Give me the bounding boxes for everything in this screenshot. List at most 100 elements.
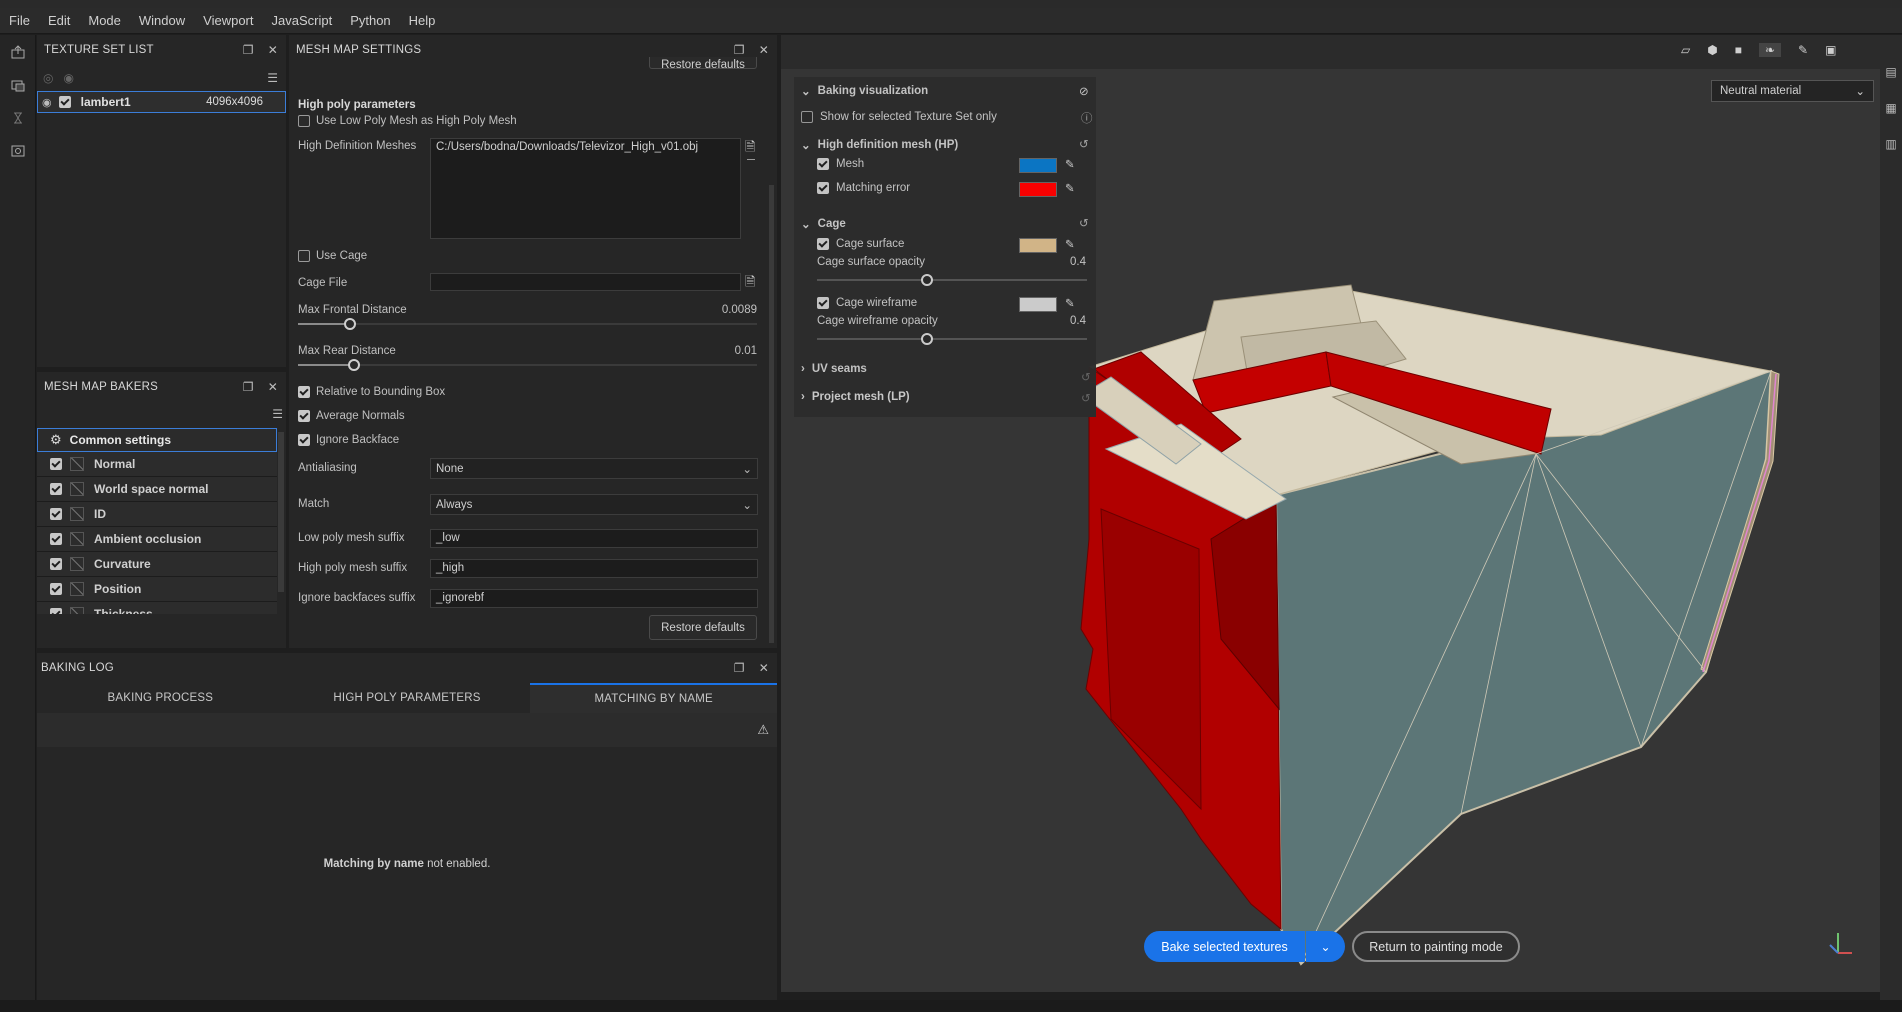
max-rear-slider[interactable] — [298, 359, 757, 371]
scrollbar[interactable] — [278, 432, 284, 592]
show-selected-option[interactable]: Show for selected Texture Set only — [801, 111, 997, 123]
menu-icon[interactable]: ☰ — [267, 71, 278, 85]
brush-icon[interactable]: ✎ — [1798, 43, 1808, 57]
baker-item[interactable]: World space normal — [37, 477, 277, 502]
menu-javascript[interactable]: JavaScript — [262, 13, 341, 28]
reset-icon[interactable]: ↺ — [1081, 370, 1091, 384]
tab-baking-process[interactable]: BAKING PROCESS — [37, 683, 284, 713]
close-icon[interactable]: ✕ — [759, 43, 769, 57]
use-low-poly-checkbox[interactable] — [298, 115, 310, 127]
file-browse-icon[interactable]: 🗎 — [745, 273, 755, 295]
visibility-icon[interactable]: ◉ — [42, 96, 52, 109]
baker-checkbox[interactable] — [50, 608, 62, 614]
baker-checkbox[interactable] — [50, 458, 62, 470]
ignore-backface-checkbox[interactable] — [298, 434, 310, 446]
restore-defaults-button[interactable]: Restore defaults — [649, 615, 757, 640]
camera-mode-icon[interactable]: ▱ — [1681, 43, 1690, 57]
baker-checkbox[interactable] — [50, 508, 62, 520]
relative-bbox-option[interactable]: Relative to Bounding Box — [298, 386, 445, 398]
float-icon[interactable]: ❐ — [243, 380, 254, 394]
texture-set-checkbox[interactable] — [58, 96, 71, 108]
cage-file-input[interactable] — [430, 273, 741, 291]
close-icon[interactable]: ✕ — [268, 380, 278, 394]
project-mesh-header[interactable]: › Project mesh (LP) — [801, 391, 910, 403]
mesh-option[interactable]: Mesh — [817, 158, 864, 170]
history-icon[interactable] — [0, 101, 36, 134]
export-icon[interactable] — [0, 35, 36, 68]
antialiasing-dropdown[interactable]: None ⌄ — [430, 458, 758, 479]
use-low-poly-option[interactable]: Use Low Poly Mesh as High Poly Mesh — [298, 115, 517, 127]
close-icon[interactable]: ✕ — [759, 661, 769, 675]
common-settings-row[interactable]: ⚙ Common settings — [37, 428, 277, 452]
matching-error-color-swatch[interactable] — [1019, 182, 1057, 197]
tab-high-poly-parameters[interactable]: HIGH POLY PARAMETERS — [284, 683, 531, 713]
restore-defaults-top-button[interactable]: Restore defaults — [649, 57, 757, 69]
float-icon[interactable]: ❐ — [243, 43, 254, 57]
float-icon[interactable]: ❐ — [734, 43, 745, 57]
low-suffix-input[interactable]: _low — [430, 529, 758, 548]
baker-item[interactable]: ID — [37, 502, 277, 527]
info-icon[interactable]: ⓘ — [1081, 110, 1093, 126]
use-cage-checkbox[interactable] — [298, 250, 310, 262]
average-normals-checkbox[interactable] — [298, 410, 310, 422]
hd-mesh-header[interactable]: ⌄ High definition mesh (HP) — [801, 138, 958, 152]
video-camera-icon[interactable]: ■ — [1735, 43, 1742, 57]
tab-matching-by-name[interactable]: MATCHING BY NAME — [530, 683, 778, 713]
properties-icon[interactable]: ▤ — [1880, 65, 1902, 79]
eyedropper-icon[interactable]: ✎ — [1065, 296, 1075, 310]
high-suffix-input[interactable]: _high — [430, 559, 758, 578]
baker-item[interactable]: Thickness — [37, 602, 277, 614]
match-dropdown[interactable]: Always ⌄ — [430, 494, 758, 515]
slider-handle[interactable] — [348, 359, 360, 371]
display-settings-icon[interactable] — [0, 134, 36, 167]
use-cage-option[interactable]: Use Cage — [298, 250, 367, 262]
cage-header[interactable]: ⌄ Cage — [801, 217, 846, 231]
reset-icon[interactable]: ↺ — [1081, 391, 1091, 405]
reset-icon[interactable]: ↺ — [1079, 137, 1089, 151]
average-normals-option[interactable]: Average Normals — [298, 410, 405, 422]
menu-help[interactable]: Help — [400, 13, 445, 28]
menu-file[interactable]: File — [0, 13, 39, 28]
relative-bbox-checkbox[interactable] — [298, 386, 310, 398]
menu-viewport[interactable]: Viewport — [194, 13, 262, 28]
baker-checkbox[interactable] — [50, 483, 62, 495]
menu-edit[interactable]: Edit — [39, 13, 79, 28]
baker-item[interactable]: Normal — [37, 452, 277, 477]
shelf-icon[interactable] — [0, 68, 36, 101]
bake-options-button[interactable]: ⌄ — [1306, 931, 1345, 962]
baker-checkbox[interactable] — [50, 583, 62, 595]
eyedropper-icon[interactable]: ✎ — [1065, 157, 1075, 171]
screenshot-icon[interactable]: ▣ — [1825, 43, 1836, 57]
warning-icon[interactable]: ⚠ — [757, 722, 769, 738]
baker-checkbox[interactable] — [50, 558, 62, 570]
eye-off-icon[interactable]: ⊘ — [1079, 84, 1089, 98]
return-to-painting-button[interactable]: Return to painting mode — [1352, 931, 1520, 962]
mesh-color-swatch[interactable] — [1019, 158, 1057, 173]
cage-surface-option[interactable]: Cage surface — [817, 238, 904, 250]
cage-wireframe-color-swatch[interactable] — [1019, 297, 1057, 312]
menu-python[interactable]: Python — [341, 13, 399, 28]
matching-error-option[interactable]: Matching error — [817, 182, 910, 194]
remove-icon[interactable] — [747, 159, 755, 160]
menu-mode[interactable]: Mode — [79, 13, 130, 28]
uv-seams-header[interactable]: › UV seams — [801, 363, 867, 375]
float-icon[interactable]: ❐ — [734, 661, 745, 675]
cage-surface-opacity-slider[interactable] — [817, 274, 1087, 286]
ignore-suffix-input[interactable]: _ignorebf — [430, 589, 758, 608]
layers-icon[interactable]: ▦ — [1880, 101, 1902, 115]
show-selected-checkbox[interactable] — [801, 111, 813, 123]
reset-icon[interactable]: ↺ — [1079, 216, 1089, 230]
cage-wireframe-opacity-slider[interactable] — [817, 333, 1087, 345]
baker-item[interactable]: Ambient occlusion — [37, 527, 277, 552]
cage-wireframe-checkbox[interactable] — [817, 297, 829, 309]
baker-checkbox[interactable] — [50, 533, 62, 545]
baker-item[interactable]: Curvature — [37, 552, 277, 577]
mesh-checkbox[interactable] — [817, 158, 829, 170]
eyedropper-icon[interactable]: ✎ — [1065, 181, 1075, 195]
hide-icon[interactable]: ◎ — [43, 71, 53, 85]
cage-surface-color-swatch[interactable] — [1019, 238, 1057, 253]
bake-selected-button[interactable]: Bake selected textures — [1144, 931, 1305, 962]
close-icon[interactable]: ✕ — [268, 43, 278, 57]
assets-icon[interactable]: ▥ — [1880, 137, 1902, 151]
matching-error-checkbox[interactable] — [817, 182, 829, 194]
